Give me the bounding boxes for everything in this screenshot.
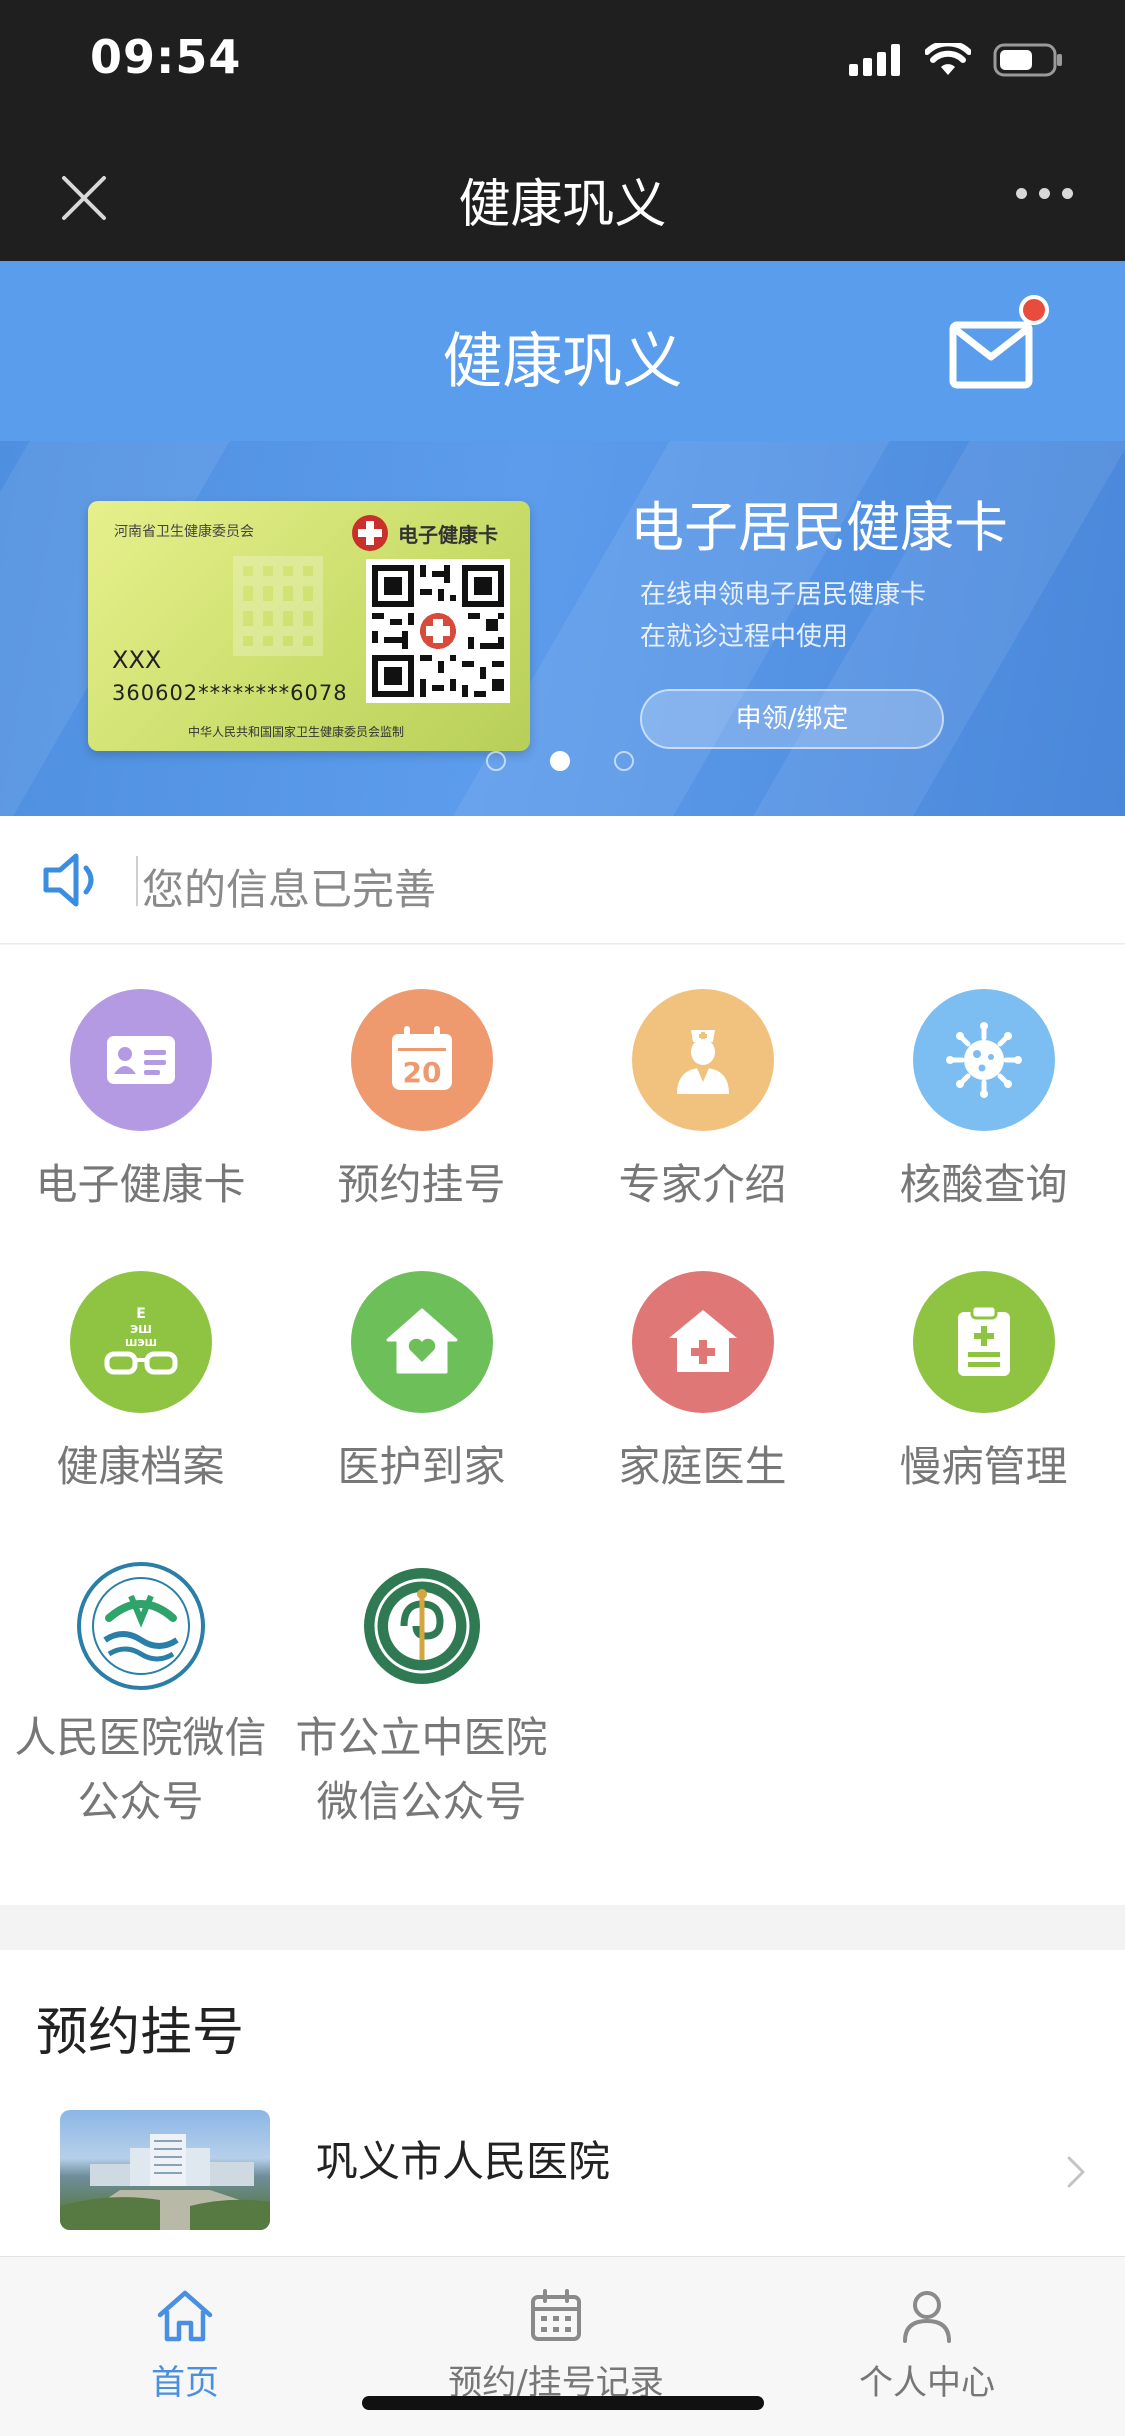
app-header: 健康巩义 bbox=[0, 261, 1125, 441]
svg-text:20: 20 bbox=[402, 1056, 441, 1089]
service-expert-intro[interactable]: 专家介绍 bbox=[562, 989, 843, 1212]
service-label: 家庭医生 bbox=[618, 1442, 787, 1491]
notice-text: 您的信息已完善 bbox=[142, 865, 437, 914]
svg-text:ШЭШ: ШЭШ bbox=[124, 1338, 156, 1349]
hospital-name[interactable]: 巩义市人民医院 bbox=[316, 2128, 610, 2189]
hospital-photo bbox=[60, 2110, 270, 2230]
unread-badge bbox=[1019, 295, 1049, 325]
qr-code-icon bbox=[366, 559, 510, 703]
status-time: 09:54 bbox=[90, 30, 242, 84]
calendar-icon bbox=[531, 2289, 581, 2341]
notice-bar: 您的信息已完善 bbox=[0, 816, 1125, 944]
svg-text:E: E bbox=[136, 1306, 146, 1322]
service-label: 电子健康卡 bbox=[35, 1160, 246, 1209]
service-home-care[interactable]: 医护到家 bbox=[281, 1271, 562, 1494]
mail-icon[interactable] bbox=[947, 309, 1037, 399]
tab-label: 个人中心 bbox=[859, 2363, 995, 2403]
service-appointment[interactable]: 20 预约挂号 bbox=[281, 989, 562, 1212]
apply-bind-button[interactable]: 申领/绑定 bbox=[640, 689, 944, 749]
wifi-icon bbox=[925, 43, 971, 75]
service-e-health-card[interactable]: 电子健康卡 bbox=[0, 989, 281, 1212]
service-label: 健康档案 bbox=[56, 1442, 225, 1491]
carousel-dot[interactable] bbox=[614, 751, 634, 771]
status-icons bbox=[849, 40, 1063, 80]
carousel-dot[interactable] bbox=[486, 751, 506, 771]
account-name-line-2: 微信公众号 bbox=[316, 1777, 527, 1826]
service-label: 预约挂号 bbox=[337, 1160, 506, 1209]
more-options-icon[interactable] bbox=[1016, 188, 1073, 199]
tcm-hospital-logo-icon bbox=[363, 1568, 480, 1684]
clipboard-icon bbox=[912, 1271, 1055, 1413]
chevron-right-icon[interactable] bbox=[1065, 2152, 1089, 2192]
chinese-knot-icon bbox=[233, 556, 323, 656]
card-issuer: 河南省卫生健康委员会 bbox=[114, 524, 254, 540]
service-family-doctor[interactable]: 家庭医生 bbox=[562, 1271, 843, 1494]
people-hospital-wechat[interactable]: 人民医院微信 公众号 bbox=[0, 1560, 281, 1834]
service-health-records[interactable]: E ЭШ ШЭШ 健康档案 bbox=[0, 1271, 281, 1494]
id-card-icon bbox=[69, 989, 212, 1131]
health-card-image: 河南省卫生健康委员会 电子健康卡 XXX 360602********6078 … bbox=[88, 501, 530, 751]
eye-chart-icon: E ЭШ ШЭШ bbox=[69, 1271, 212, 1413]
service-nucleic-acid-query[interactable]: 核酸查询 bbox=[843, 989, 1124, 1212]
service-label: 医护到家 bbox=[337, 1442, 506, 1491]
battery-icon bbox=[993, 43, 1062, 77]
people-hospital-logo-icon bbox=[76, 1562, 205, 1690]
home-heart-icon bbox=[350, 1271, 493, 1413]
health-card-banner[interactable]: 河南省卫生健康委员会 电子健康卡 XXX 360602********6078 … bbox=[0, 441, 1125, 816]
tab-label: 首页 bbox=[151, 2363, 219, 2403]
banner-title: 电子居民健康卡 bbox=[630, 496, 1008, 559]
banner-line-2: 在就诊过程中使用 bbox=[640, 622, 849, 652]
nav-title: 健康巩义 bbox=[458, 175, 667, 235]
carousel-dot-active[interactable] bbox=[550, 751, 570, 771]
doctor-icon bbox=[631, 989, 774, 1131]
service-chronic-disease[interactable]: 慢病管理 bbox=[843, 1271, 1124, 1494]
banner-line-1: 在线申领电子居民健康卡 bbox=[640, 580, 927, 610]
tab-appointment-records[interactable]: 预约/挂号记录 bbox=[431, 2285, 681, 2404]
medical-house-icon bbox=[631, 1271, 774, 1413]
card-id-number: 360602********6078 bbox=[112, 681, 348, 705]
calendar-icon: 20 bbox=[350, 989, 493, 1131]
home-icon bbox=[157, 2290, 213, 2342]
card-footer: 中华人民共和国国家卫生健康委员会监制 bbox=[188, 725, 405, 739]
account-name-line-1: 市公立中医院 bbox=[295, 1713, 548, 1762]
card-title: 电子健康卡 bbox=[398, 523, 498, 547]
home-indicator[interactable] bbox=[362, 2396, 764, 2410]
tab-home[interactable]: 首页 bbox=[60, 2285, 310, 2404]
service-label: 慢病管理 bbox=[899, 1442, 1068, 1491]
service-grid: 电子健康卡 20 预约挂号 专家介绍 核酸查询 E ЭШ ШЭШ 健康档案 医护到家 bbox=[0, 945, 1125, 1905]
virus-icon bbox=[912, 989, 1055, 1131]
tab-profile[interactable]: 个人中心 bbox=[802, 2285, 1052, 2404]
status-bar: 09:54 bbox=[0, 0, 1125, 130]
card-holder-name: XXX bbox=[112, 646, 162, 674]
notice-divider bbox=[136, 856, 138, 906]
section-title: 预约挂号 bbox=[36, 2003, 245, 2063]
nav-bar: 健康巩义 bbox=[0, 130, 1125, 261]
appointment-section: 预约挂号 巩义市人民医院 bbox=[0, 1950, 1125, 2256]
tcm-hospital-wechat[interactable]: 市公立中医院 微信公众号 bbox=[281, 1560, 562, 1834]
red-cross-icon bbox=[352, 515, 388, 551]
service-label: 核酸查询 bbox=[899, 1160, 1068, 1209]
signal-icon bbox=[849, 44, 900, 76]
svg-text:ЭШ: ЭШ bbox=[130, 1323, 152, 1336]
carousel-indicator bbox=[486, 751, 634, 771]
account-name-line-1: 人民医院微信 bbox=[14, 1713, 267, 1762]
service-label: 专家介绍 bbox=[618, 1160, 787, 1209]
speaker-icon bbox=[43, 853, 94, 907]
user-icon bbox=[903, 2291, 951, 2343]
account-name-line-2: 公众号 bbox=[77, 1777, 204, 1826]
